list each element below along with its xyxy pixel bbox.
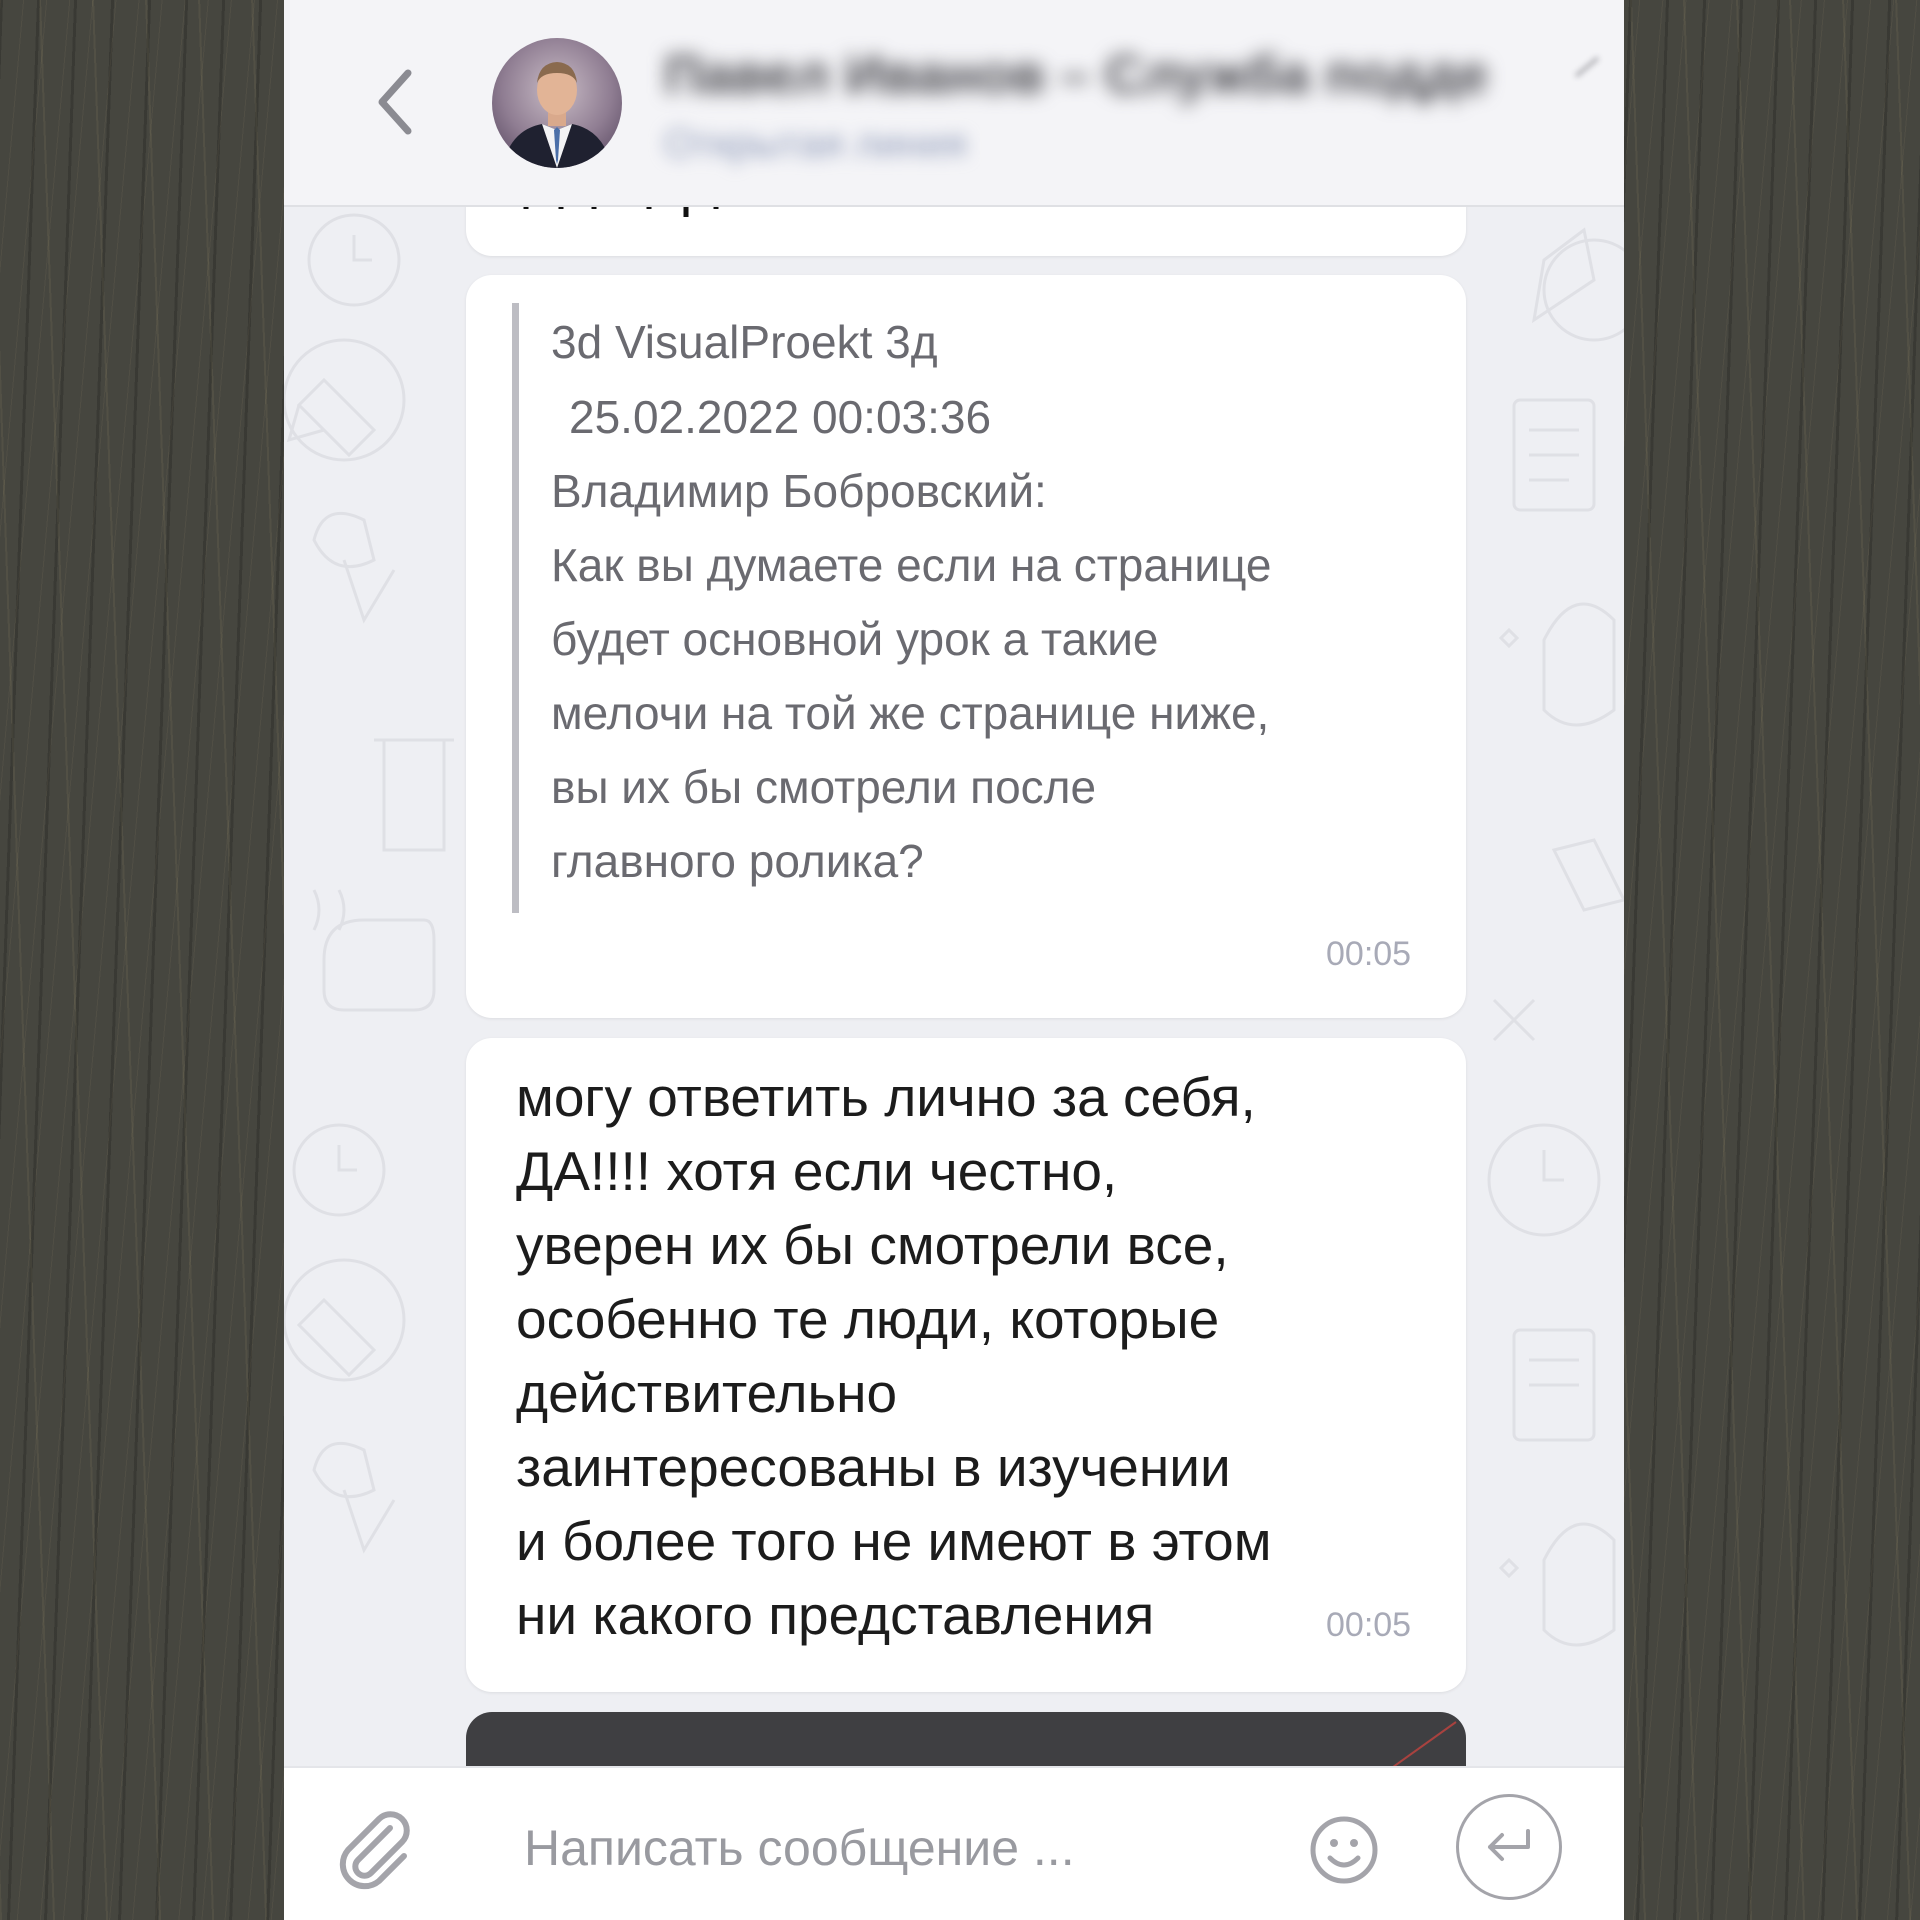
- quote-line: главного ролика?: [551, 835, 924, 887]
- message-line: и более того не имеют в этом: [516, 1510, 1272, 1572]
- contact-name[interactable]: Павел Иванов – Служба подде: [664, 44, 1524, 104]
- smiley-icon: [1310, 1816, 1378, 1884]
- quote-bar: [512, 303, 519, 913]
- quote-line: мелочи на той же странице ниже,: [551, 687, 1270, 739]
- emoji-button[interactable]: [1308, 1814, 1380, 1886]
- message-bubble[interactable]: могу ответить лично за себя, ДА!!!! хотя…: [466, 1038, 1466, 1692]
- quote-line: вы их бы смотрели после: [551, 761, 1097, 813]
- chat-screen: Павел Иванов – Служба подде Открытая лин…: [284, 0, 1624, 1920]
- paperclip-icon: [339, 1811, 410, 1890]
- quote-author: 3d VisualProekt 3д: [551, 316, 938, 368]
- message-line: ни какого представления: [516, 1584, 1155, 1646]
- chevron-left-icon: [378, 69, 412, 135]
- contact-avatar[interactable]: [492, 38, 622, 168]
- avatar-photo: [492, 38, 622, 168]
- message-line: действительно: [516, 1362, 898, 1424]
- attach-button[interactable]: [332, 1806, 416, 1890]
- message-line: ДА!!!! хотя если честно,: [516, 1140, 1118, 1202]
- quote-line: Владимир Бобровский:: [551, 465, 1047, 517]
- quote-line: будет основной урок а такие: [551, 613, 1159, 665]
- back-button[interactable]: [364, 62, 424, 142]
- message-line: уверен их бы смотрели все,: [516, 1214, 1229, 1276]
- chat-header: Павел Иванов – Служба подде Открытая лин…: [284, 0, 1624, 207]
- return-arrow-icon: [1488, 1829, 1530, 1861]
- message-composer: Написать сообщение ...: [284, 1766, 1624, 1920]
- message-bubble[interactable]: 3d VisualProekt 3д 25.02.2022 00:03:36 В…: [466, 275, 1466, 1018]
- quote-line: Как вы думаете если на странице: [551, 539, 1272, 591]
- contact-subtitle: Открытая линия: [664, 122, 967, 166]
- chevron-down-icon[interactable]: [1570, 50, 1606, 86]
- message-time: 00:05: [1326, 935, 1412, 973]
- message-line: особенно те люди, которые: [516, 1288, 1220, 1350]
- message-input[interactable]: Написать сообщение ...: [524, 1808, 1075, 1888]
- message-line: могу ответить лично за себя,: [516, 1066, 1256, 1128]
- send-button[interactable]: [1456, 1794, 1562, 1900]
- message-time: 00:05: [1326, 1606, 1412, 1644]
- message-line: заинтересованы в изучении: [516, 1436, 1231, 1498]
- quote-datetime: 25.02.2022 00:03:36: [569, 391, 992, 443]
